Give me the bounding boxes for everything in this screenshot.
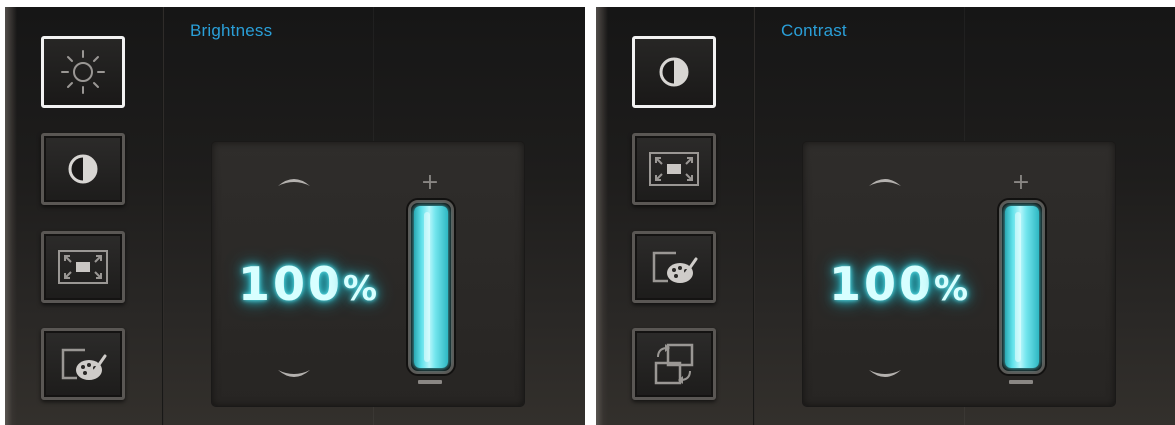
sun-icon xyxy=(61,50,105,94)
plus-label: + xyxy=(1011,170,1031,195)
value-number: 100 xyxy=(237,257,343,311)
palette-icon xyxy=(61,348,107,380)
level-slider[interactable] xyxy=(408,200,454,374)
aspect-ratio-button[interactable] xyxy=(41,231,125,303)
palette-icon xyxy=(652,251,698,283)
value-readout: 100% xyxy=(825,257,975,311)
level-slider[interactable] xyxy=(999,200,1045,374)
aspect-ratio-icon xyxy=(649,152,699,186)
color-settings-button[interactable] xyxy=(41,328,125,400)
contrast-button[interactable] xyxy=(632,36,716,108)
aspect-ratio-icon xyxy=(58,250,108,284)
value-unit: % xyxy=(933,269,972,309)
level-fill xyxy=(414,206,448,368)
brightness-button[interactable] xyxy=(41,36,125,108)
value-readout: 100% xyxy=(234,257,384,311)
brightness-panel: Brightness 100% + xyxy=(5,7,585,425)
value-control: 100% + xyxy=(212,142,524,406)
increase-arrow-icon[interactable] xyxy=(274,172,314,190)
sidebar-divider xyxy=(162,7,164,425)
input-source-button[interactable] xyxy=(632,328,716,400)
plus-label: + xyxy=(420,170,440,195)
value-number: 100 xyxy=(828,257,934,311)
value-unit: % xyxy=(342,269,381,309)
aspect-ratio-button[interactable] xyxy=(632,133,716,205)
sidebar-divider xyxy=(753,7,755,425)
decrease-arrow-icon[interactable] xyxy=(865,366,905,384)
contrast-icon xyxy=(659,57,689,87)
panel-edge xyxy=(5,7,17,425)
color-settings-button[interactable] xyxy=(632,231,716,303)
decrease-arrow-icon[interactable] xyxy=(274,366,314,384)
panel-edge xyxy=(596,7,608,425)
rotate-screens-icon xyxy=(654,343,694,385)
value-control: 100% + xyxy=(803,142,1115,406)
increase-arrow-icon[interactable] xyxy=(865,172,905,190)
level-fill xyxy=(1005,206,1039,368)
panel-title: Brightness xyxy=(190,21,273,40)
contrast-button[interactable] xyxy=(41,133,125,205)
panel-title: Contrast xyxy=(781,21,847,40)
contrast-panel: Contrast 100% + xyxy=(596,7,1175,425)
contrast-icon xyxy=(68,154,98,184)
minus-icon xyxy=(1009,380,1033,384)
minus-icon xyxy=(418,380,442,384)
